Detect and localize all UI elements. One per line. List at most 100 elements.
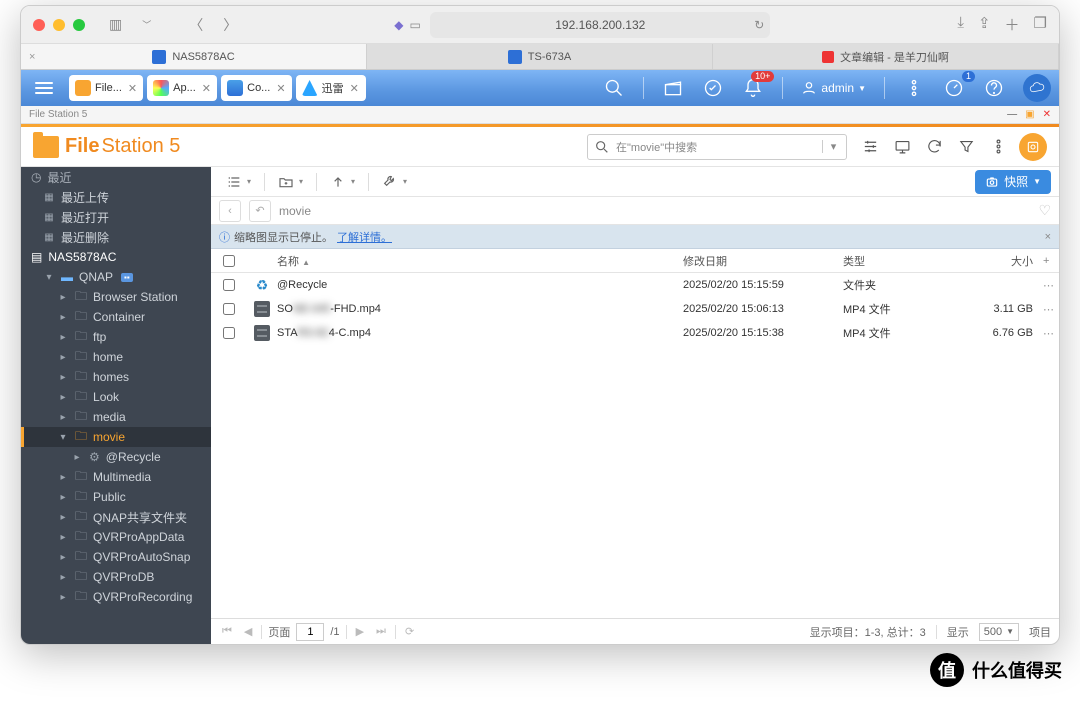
browser-tab[interactable]: TS-673A	[367, 44, 713, 69]
col-size[interactable]: 大小	[963, 253, 1043, 269]
help-icon[interactable]	[983, 77, 1005, 99]
file-row[interactable]: STARS-824-C.mp4 2025/02/20 15:15:38 MP4 …	[211, 321, 1059, 345]
close-icon[interactable]: ✕	[128, 82, 137, 95]
qts-tab-filestation[interactable]: File... ✕	[69, 75, 143, 101]
sidebar-folder[interactable]: ▸🗀QVRProAutoSnap	[21, 547, 211, 567]
page-size-select[interactable]: 500▼	[979, 623, 1019, 641]
file-row[interactable]: ♻ @Recycle 2025/02/20 15:15:59 文件夹 ⋯	[211, 273, 1059, 297]
snapshot-button[interactable]: 快照▼	[975, 170, 1051, 194]
task-icon[interactable]	[702, 77, 724, 99]
sidebar-folder[interactable]: ▸🗀Public	[21, 487, 211, 507]
sidebar-folder[interactable]: ▸🗀media	[21, 407, 211, 427]
sidebar-folder[interactable]: ▸🗀home	[21, 347, 211, 367]
row-checkbox[interactable]	[223, 303, 235, 315]
close-icon[interactable]: ✕	[202, 82, 211, 95]
sidebar-folder[interactable]: ▸🗀Browser Station	[21, 287, 211, 307]
sidebar-folder[interactable]: ▸🗀homes	[21, 367, 211, 387]
qts-tab-xunlei[interactable]: 迅雷 ✕	[296, 75, 366, 101]
search-input[interactable]: 在"movie"中搜索 ▾	[587, 134, 847, 160]
sidebar-recycle[interactable]: ▸⚙@Recycle	[21, 447, 211, 467]
tabs-icon[interactable]: ❐	[1034, 14, 1047, 35]
nav-up-button[interactable]: ↶	[249, 200, 271, 222]
user-menu[interactable]: admin ▼	[801, 80, 866, 96]
col-date[interactable]: 修改日期	[683, 253, 843, 269]
site-menu-icon[interactable]: ▭	[410, 18, 421, 32]
sidebar-folder[interactable]: ▸🗀QNAP共享文件夹	[21, 507, 211, 527]
row-checkbox[interactable]	[223, 327, 235, 339]
next-page-icon[interactable]: ▶	[353, 625, 367, 638]
banner-close-icon[interactable]: ×	[1045, 231, 1051, 243]
reload-icon[interactable]: ↻	[754, 18, 764, 32]
banner-link[interactable]: 了解详情。	[337, 229, 392, 245]
refresh-icon[interactable]	[923, 136, 945, 158]
view-mode-button[interactable]	[219, 171, 258, 193]
sb-recent-upload[interactable]: ▦最近上传	[21, 187, 211, 207]
minimize-window[interactable]	[53, 19, 65, 31]
more-vert-icon[interactable]	[987, 136, 1009, 158]
sidebar-folder[interactable]: ▸🗀Look	[21, 387, 211, 407]
remote-icon[interactable]	[891, 136, 913, 158]
sidebar-folder[interactable]: ▸🗀Container	[21, 307, 211, 327]
sb-recent-delete[interactable]: ▦最近删除	[21, 227, 211, 247]
sidebar-folder[interactable]: ▸🗀QVRProAppData	[21, 527, 211, 547]
qts-tab-appcenter[interactable]: Ap... ✕	[147, 75, 217, 101]
prev-page-icon[interactable]: ◀	[241, 625, 255, 638]
qts-tab-container[interactable]: Co... ✕	[221, 75, 291, 101]
page-input[interactable]	[296, 623, 324, 641]
sb-volume[interactable]: ▾▬QNAP▪▪	[21, 267, 211, 287]
win-min-icon[interactable]: —	[1007, 109, 1017, 120]
cloud-icon[interactable]	[1023, 74, 1051, 102]
sb-recent-open[interactable]: ▦最近打开	[21, 207, 211, 227]
browser-tab[interactable]: × NAS5878AC	[21, 44, 367, 69]
create-button[interactable]	[271, 171, 310, 193]
close-window[interactable]	[33, 19, 45, 31]
file-row[interactable]: SONE-045-FHD.mp4 2025/02/20 15:06:13 MP4…	[211, 297, 1059, 321]
win-close-icon[interactable]: ✕	[1043, 109, 1051, 120]
sidebar-folder[interactable]: ▸🗀Multimedia	[21, 467, 211, 487]
maximize-window[interactable]	[73, 19, 85, 31]
address-bar[interactable]: ◆ ▭ 192.168.200.132 ↻	[430, 12, 770, 38]
sidebar-folder[interactable]: ▾🗀movie	[21, 427, 211, 447]
close-icon[interactable]: ✕	[350, 82, 359, 95]
browser-tab[interactable]: 文章编辑 - 是羊刀仙啊	[713, 44, 1059, 69]
tracker-icon[interactable]: ◆	[394, 18, 403, 32]
share-icon[interactable]: ⇪	[978, 14, 991, 35]
clapper-icon[interactable]	[662, 77, 684, 99]
row-more-icon[interactable]: ⋯	[1043, 279, 1059, 292]
menu-icon[interactable]	[29, 82, 59, 94]
breadcrumb[interactable]: movie	[279, 204, 311, 218]
close-icon[interactable]: ✕	[276, 82, 285, 95]
close-tab-icon[interactable]: ×	[29, 51, 35, 63]
col-add-icon[interactable]: +	[1043, 255, 1059, 267]
row-checkbox[interactable]	[223, 279, 235, 291]
tools-button[interactable]	[375, 171, 414, 193]
sb-nas[interactable]: ▤NAS5878AC	[21, 247, 211, 267]
more-icon[interactable]	[903, 77, 925, 99]
sidebar-folder[interactable]: ▸🗀ftp	[21, 327, 211, 347]
sidebar-toggle-icon[interactable]: ▥	[103, 14, 128, 35]
nav-back-icon[interactable]: 〈	[183, 13, 209, 37]
settings-icon[interactable]	[1019, 133, 1047, 161]
notification-icon[interactable]: 10+	[742, 77, 764, 99]
first-page-icon[interactable]: ⏮	[219, 625, 235, 638]
row-more-icon[interactable]: ⋯	[1043, 327, 1059, 340]
dropdown-icon[interactable]: ﹀	[136, 16, 157, 33]
select-all-checkbox[interactable]	[223, 255, 235, 267]
refresh-page-icon[interactable]: ⟳	[402, 625, 417, 638]
filter-icon[interactable]	[955, 136, 977, 158]
newtab-icon[interactable]: ＋	[1005, 14, 1020, 35]
search-icon[interactable]	[603, 77, 625, 99]
row-more-icon[interactable]: ⋯	[1043, 303, 1059, 316]
col-name[interactable]: 名称 ▲	[277, 253, 683, 269]
nav-back-button[interactable]: ‹	[219, 200, 241, 222]
search-dropdown-icon[interactable]: ▾	[822, 140, 840, 153]
last-page-icon[interactable]: ⏭	[373, 625, 389, 638]
favorite-icon[interactable]: ♡	[1038, 202, 1051, 219]
network-icon[interactable]	[859, 136, 881, 158]
upload-button[interactable]	[323, 171, 362, 193]
sb-recent[interactable]: ◷最近	[21, 167, 211, 187]
download-icon[interactable]: ⤓	[957, 14, 964, 35]
sidebar-folder[interactable]: ▸🗀QVRProRecording	[21, 587, 211, 607]
sidebar-folder[interactable]: ▸🗀QVRProDB	[21, 567, 211, 587]
nav-forward-icon[interactable]: 〉	[217, 13, 243, 37]
